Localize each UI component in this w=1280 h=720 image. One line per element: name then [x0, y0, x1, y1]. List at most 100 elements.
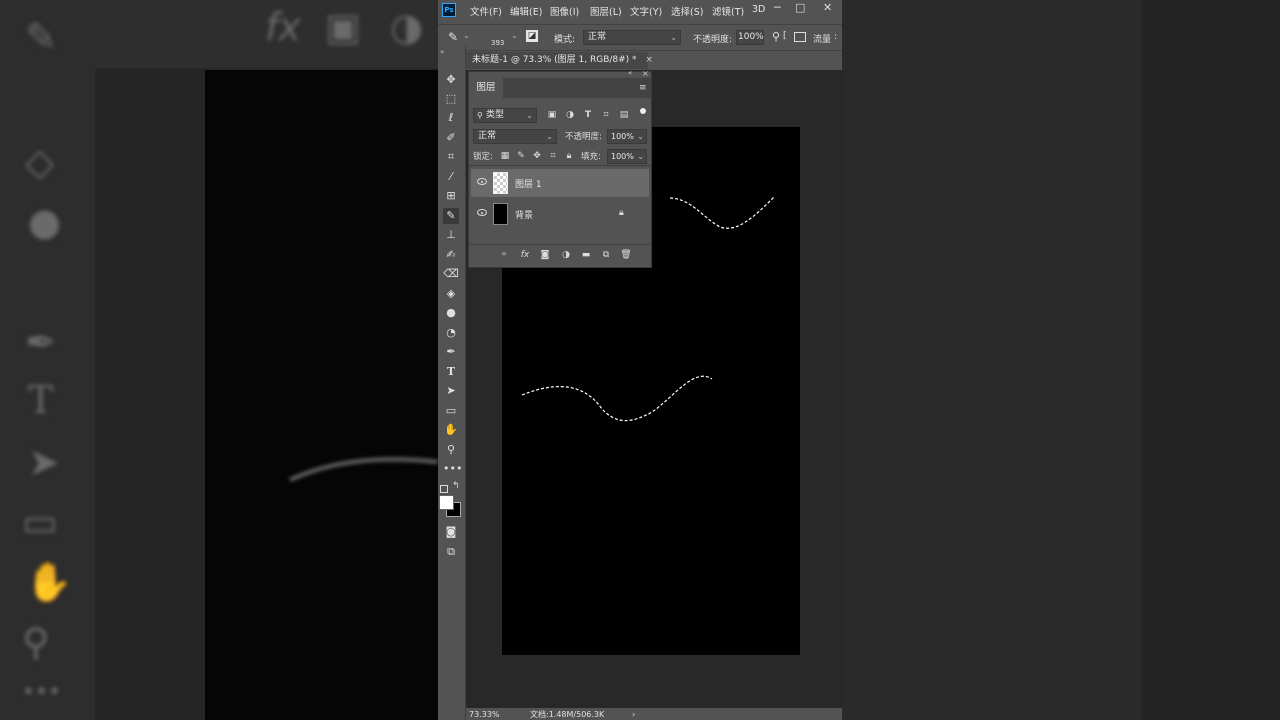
- layer-thumbnail: [493, 203, 508, 225]
- patch-tool-icon[interactable]: ⊞: [443, 188, 459, 204]
- layer-opacity-field[interactable]: 100% ⌄: [607, 129, 647, 144]
- screen-mode-icon[interactable]: ⧉: [443, 544, 459, 560]
- dodge-tool-icon[interactable]: ◔: [443, 325, 459, 341]
- filter-adjustment-icon[interactable]: ◑: [564, 109, 576, 121]
- layer-filter-select[interactable]: ⚲ 类型 ⌄: [473, 108, 537, 123]
- move-tool-icon[interactable]: ✥: [443, 72, 459, 88]
- document-tab[interactable]: 未标题-1 @ 73.3% (图层 1, RGB/8#) * ×: [466, 52, 653, 69]
- layer-name[interactable]: 图层 1: [515, 177, 542, 190]
- swap-colors-icon[interactable]: ↰: [452, 481, 460, 491]
- more-tools-icon[interactable]: •••: [443, 461, 462, 477]
- lock-pixels-icon[interactable]: ✎: [515, 150, 527, 162]
- folder-icon[interactable]: ▬: [580, 249, 592, 261]
- eyedropper-tool-icon[interactable]: ⁄: [443, 169, 459, 185]
- layer-row-layer1[interactable]: 图层 1: [471, 169, 649, 197]
- opacity-field[interactable]: 100%: [736, 30, 764, 45]
- search-icon[interactable]: ⚲: [772, 30, 780, 43]
- layer-row-background[interactable]: 背景 🔒︎: [471, 200, 649, 228]
- menu-select[interactable]: 选择(S): [671, 4, 703, 18]
- marquee-tool-icon[interactable]: ⬚: [443, 91, 459, 107]
- close-button[interactable]: ✕: [823, 1, 832, 14]
- layers-tab[interactable]: 图层: [469, 78, 503, 98]
- panel-menu-icon[interactable]: ≡: [639, 83, 647, 93]
- lasso-tool-icon[interactable]: ℓ: [443, 110, 459, 126]
- type-tool-icon[interactable]: T: [443, 364, 459, 380]
- chevron-down-icon: ⌄: [637, 152, 644, 161]
- search-icon: ⚲: [477, 111, 483, 120]
- menu-layer[interactable]: 图层(L): [590, 4, 622, 18]
- hand-tool-icon[interactable]: ✋: [443, 422, 459, 438]
- panel-collapse-icon[interactable]: «: [628, 69, 632, 77]
- history-brush-tool-icon[interactable]: ✍: [443, 247, 459, 263]
- lock-label: 锁定:: [473, 152, 493, 162]
- menu-edit[interactable]: 编辑(E): [510, 4, 542, 18]
- menu-file[interactable]: 文件(F): [470, 4, 502, 18]
- fill-label: 填充:: [581, 152, 601, 162]
- mask-icon[interactable]: ◙: [539, 249, 551, 261]
- menu-type[interactable]: 文字(Y): [630, 4, 662, 18]
- brush-settings-icon[interactable]: ◪: [526, 30, 538, 42]
- eraser-tool-icon[interactable]: ⌫: [443, 266, 459, 282]
- quick-select-tool-icon[interactable]: ✐: [443, 130, 459, 146]
- lock-all-icon[interactable]: 🔒︎: [563, 150, 575, 162]
- lock-artboard-icon[interactable]: ⌗: [547, 150, 559, 162]
- brush-size[interactable]: 393: [491, 39, 504, 47]
- lock-transparent-icon[interactable]: ▦: [499, 150, 511, 162]
- path-select-tool-icon[interactable]: ➤: [443, 383, 459, 399]
- background-blur-right: [842, 0, 1280, 720]
- zoom-level[interactable]: 73.33%: [469, 708, 500, 720]
- pen-tool-icon[interactable]: ✒: [443, 344, 459, 360]
- mode-select[interactable]: 正常 ⌄: [583, 30, 681, 45]
- layers-panel: « × 图层 ≡ ⚲ 类型 ⌄ ▣ ◑ T ⌗ ▤ 正常 ⌄ 不透明度: 100…: [468, 69, 652, 268]
- link-icon[interactable]: ⚭: [498, 249, 510, 261]
- options-bar: ✎ ⌄ 393 ⌄ ◪ 模式: 正常 ⌄ 不透明度: 100% ⚲ [ 流量 :: [438, 24, 842, 51]
- chevron-down-icon[interactable]: ⌄: [463, 31, 470, 40]
- selection-stroke-top: [669, 196, 775, 229]
- blur-tool-icon[interactable]: ●: [443, 305, 459, 321]
- adjustment-icon[interactable]: ◑: [560, 249, 572, 261]
- chevron-down-icon[interactable]: ⌄: [511, 31, 518, 40]
- menu-image[interactable]: 图像(I): [550, 4, 579, 18]
- filter-pixel-icon[interactable]: ▣: [546, 109, 558, 121]
- foreground-color-swatch[interactable]: [439, 495, 454, 510]
- minimize-button[interactable]: ─: [774, 1, 781, 14]
- new-layer-icon[interactable]: ⧉: [600, 249, 612, 261]
- status-menu-arrow-icon[interactable]: ›: [632, 708, 635, 720]
- fill-field[interactable]: 100% ⌄: [607, 149, 647, 164]
- default-colors-icon[interactable]: [440, 485, 448, 493]
- blend-mode-select[interactable]: 正常 ⌄: [473, 129, 557, 144]
- layer-name[interactable]: 背景: [515, 208, 533, 221]
- brush-tool-icon[interactable]: ✎: [443, 208, 459, 224]
- filter-toggle-icon[interactable]: [640, 108, 646, 114]
- filter-shape-icon[interactable]: ⌗: [600, 109, 612, 121]
- panel-collapse-icon[interactable]: »: [440, 48, 444, 56]
- mode-label: 模式:: [554, 35, 576, 45]
- visibility-eye-icon[interactable]: [477, 209, 487, 216]
- crop-tool-icon[interactable]: ⌗: [443, 149, 459, 165]
- filter-type-icon[interactable]: T: [582, 109, 594, 121]
- chevron-down-icon: ⌄: [670, 33, 677, 42]
- stamp-tool-icon[interactable]: ⊥: [443, 227, 459, 243]
- paint-bucket-tool-icon[interactable]: ◈: [443, 286, 459, 302]
- background-blur-left: ✎ ◇ ● ✒ T ➤ ▭ ✋ ⚲ ••• fx ▣ ◑: [0, 0, 438, 720]
- opacity-label: 不透明度:: [693, 35, 733, 45]
- quick-mask-icon[interactable]: ◙: [443, 524, 459, 540]
- layer-thumbnail: [493, 172, 508, 194]
- fx-icon[interactable]: fx: [519, 249, 531, 261]
- visibility-eye-icon[interactable]: [477, 178, 487, 185]
- lock-position-icon[interactable]: ✥: [531, 150, 543, 162]
- brush-tool-icon[interactable]: ✎: [448, 30, 458, 44]
- filter-smart-object-icon[interactable]: ▤: [618, 109, 630, 121]
- airbrush-icon[interactable]: [794, 32, 806, 42]
- menu-3d[interactable]: 3D: [752, 4, 765, 15]
- panel-close-icon[interactable]: ×: [642, 69, 649, 78]
- chevron-down-icon: ⌄: [546, 132, 553, 141]
- pressure-opacity-icon[interactable]: [: [783, 31, 787, 41]
- zoom-tool-icon[interactable]: ⚲: [443, 442, 459, 458]
- rectangle-tool-icon[interactable]: ▭: [443, 403, 459, 419]
- menu-filter[interactable]: 滤镜(T): [712, 4, 744, 18]
- ghost-stroke: [289, 457, 438, 482]
- tab-close-icon[interactable]: ×: [645, 55, 653, 65]
- maximize-button[interactable]: □: [795, 1, 805, 14]
- trash-icon[interactable]: 🗑︎: [620, 249, 632, 261]
